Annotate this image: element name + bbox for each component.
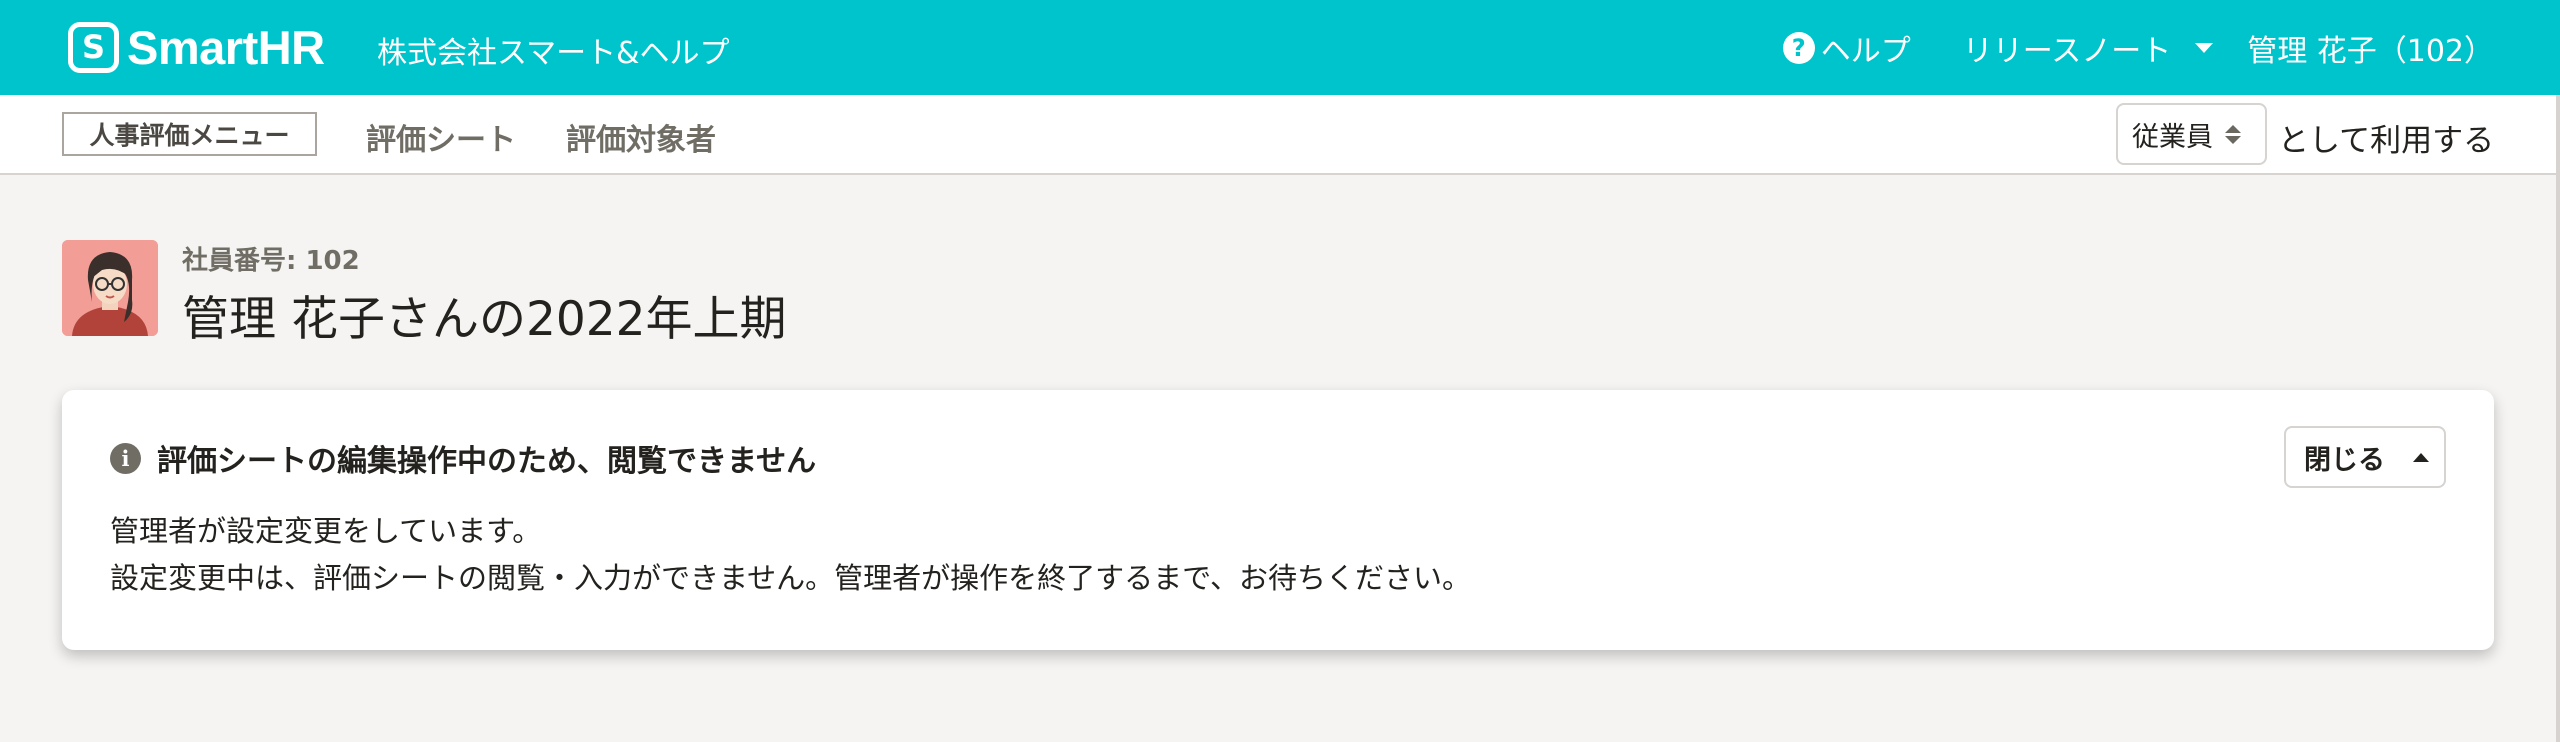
info-icon: i (110, 442, 141, 474)
notice-line-2: 設定変更中は、評価シートの閲覧・入力ができません。管理者が操作を終了するまで、お… (110, 561, 1471, 595)
avatar (62, 240, 158, 336)
close-button-label: 閉じる (2304, 444, 2385, 475)
sort-icon (2225, 124, 2241, 144)
sub-navigation: 人事評価メニュー 評価シート 評価対象者 従業員 として利用する (0, 95, 2556, 175)
notice-line-1: 管理者が設定変更をしています。 (110, 514, 542, 548)
page-title: 管理 花子さんの2022年上期 (182, 292, 787, 347)
help-icon: ? (1782, 32, 1815, 64)
notice-card: i 評価シートの編集操作中のため、閲覧できません 閉じる 管理者が設定変更をして… (62, 390, 2494, 650)
logo-text: SmartHR (127, 20, 325, 74)
user-menu[interactable]: 管理 花子（102） (2247, 26, 2494, 70)
chevron-down-icon (2195, 43, 2214, 53)
release-notes-dropdown[interactable]: リリースノート (1963, 26, 2214, 70)
help-label: ヘルプ (1820, 34, 1911, 69)
notice-title: 評価シートの編集操作中のため、閲覧できません (157, 444, 817, 479)
scrollbar-edge (2556, 95, 2560, 742)
help-link[interactable]: ? ヘルプ (1782, 26, 1911, 70)
nav-evaluation-sheet[interactable]: 評価シート (366, 115, 516, 159)
header-actions: ? ヘルプ リリースノート 管理 花子（102） (1782, 26, 2494, 70)
notice-body: 管理者が設定変更をしています。 設定変更中は、評価シートの閲覧・入力ができません… (110, 508, 1471, 602)
smarthr-logo[interactable]: S SmartHR (68, 18, 325, 76)
role-select[interactable]: 従業員 (2116, 103, 2267, 165)
evaluation-menu-label: 人事評価メニュー (62, 112, 317, 156)
chevron-up-icon (2413, 452, 2429, 462)
top-header: S SmartHR 株式会社スマート&ヘルプ ? ヘルプ リリースノート 管理 … (0, 0, 2560, 95)
role-select-value: 従業員 (2132, 121, 2213, 153)
close-button[interactable]: 閉じる (2284, 426, 2446, 488)
smarthr-logo-icon: S (68, 21, 119, 73)
release-notes-label: リリースノート (1962, 34, 2172, 69)
role-suffix: として利用する (2278, 123, 2495, 159)
nav-evaluation-targets[interactable]: 評価対象者 (566, 115, 716, 159)
company-name: 株式会社スマート&ヘルプ (377, 36, 730, 71)
employee-number: 社員番号: 102 (182, 246, 360, 276)
notice-header: i 評価シートの編集操作中のため、閲覧できません (110, 436, 816, 480)
